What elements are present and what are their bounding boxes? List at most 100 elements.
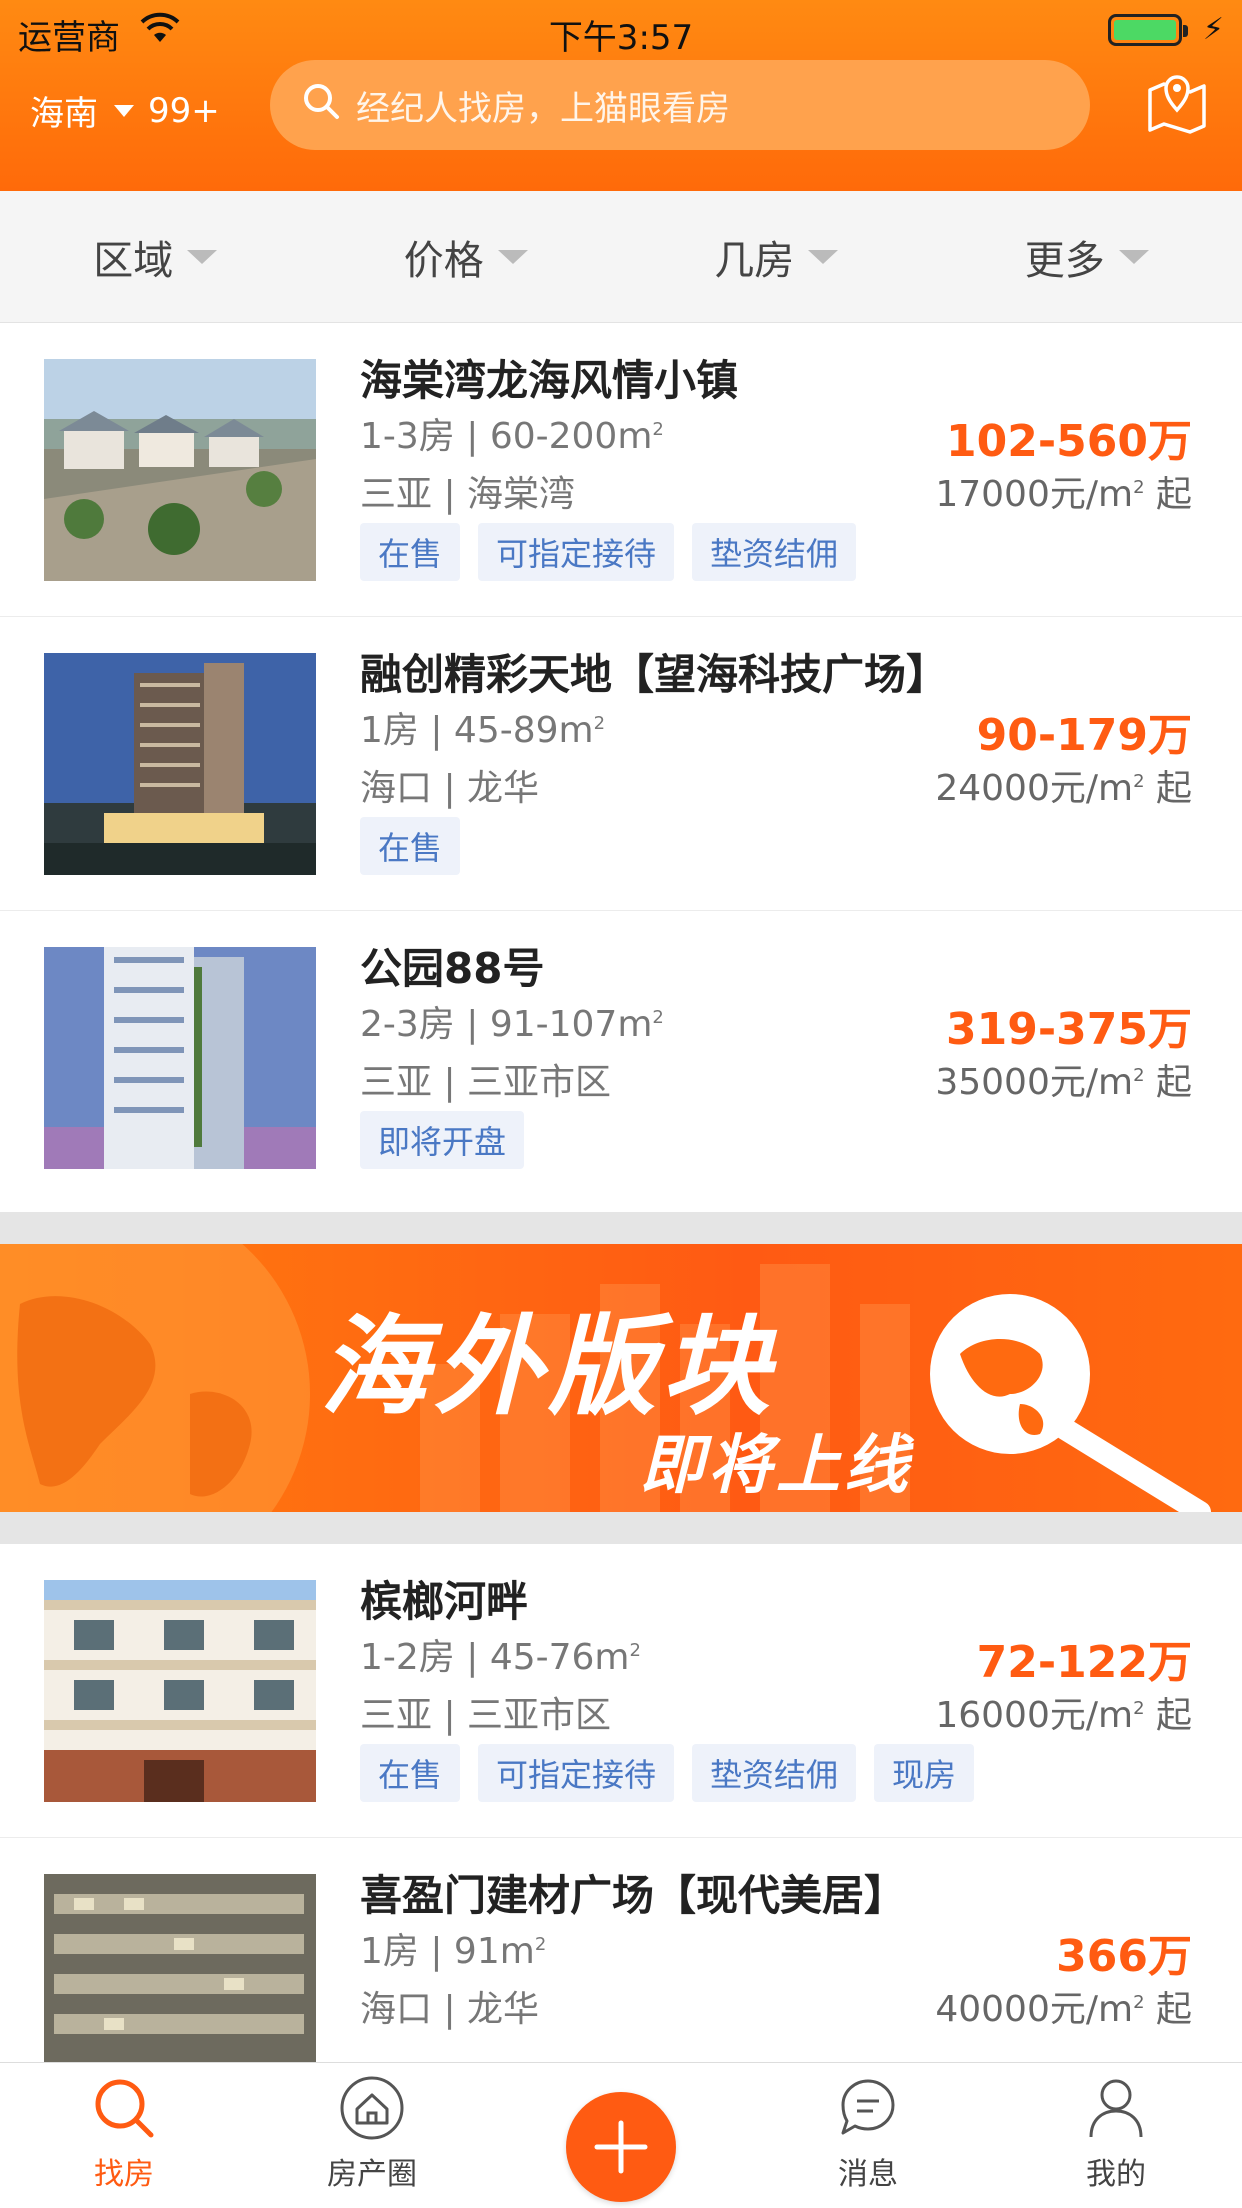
district: 海棠湾 [467, 474, 576, 515]
area: 91m [453, 1931, 535, 1972]
listing-title: 喜盈门建材广场【现代美居】 [360, 1871, 907, 1920]
unit-price-suffix: 起 [1155, 1695, 1192, 1736]
district: 龙华 [467, 768, 540, 809]
tag-list: 在售 可指定接待 垫资结佣 现房 [360, 1744, 975, 1802]
banner-subline: 即将上线 [640, 1429, 912, 1503]
tab-label: 我的 [1086, 2157, 1146, 2192]
rooms: 2-3房 [360, 1004, 455, 1045]
unit-price-value: 24000元/m [935, 768, 1134, 809]
property-photo [44, 947, 316, 1169]
listing-title: 融创精彩天地【望海科技广场】 [360, 650, 949, 699]
area: 60-200m [489, 416, 653, 457]
status-badge: 垫资结佣 [692, 1744, 857, 1802]
status-badge: 可指定接待 [478, 1744, 675, 1802]
city: 海口 [360, 768, 433, 809]
tab-find-home[interactable]: 找房 [44, 2073, 204, 2193]
status-badge: 在售 [360, 817, 461, 875]
property-photo [44, 653, 316, 875]
status-bar: 运营商 下午3:57 ⚡ [0, 0, 1242, 60]
search-icon [95, 2079, 154, 2138]
tab-label: 房产圈 [327, 2157, 417, 2192]
listing-title: 公园88号 [360, 944, 545, 993]
caret-down-icon [808, 249, 839, 264]
filter-price[interactable]: 价格 [311, 191, 622, 322]
search-input[interactable]: 经纪人找房，上猫眼看房 [270, 60, 1090, 150]
tab-profile[interactable]: 我的 [1036, 2073, 1196, 2193]
battery-icon [1108, 14, 1188, 46]
chevron-down-icon [114, 104, 134, 117]
total-price: 72-122万 [976, 1637, 1192, 1688]
city-label: 海南 [30, 94, 98, 134]
status-badge: 在售 [360, 523, 461, 581]
total-price: 90-179万 [976, 710, 1192, 761]
banner-headline: 海外版块 [320, 1305, 777, 1430]
property-photo [44, 359, 316, 581]
listing-item[interactable]: 海棠湾龙海风情小镇 1-3房 | 60-200m2 三亚 | 海棠湾 在售 可指… [0, 323, 1242, 617]
district: 龙华 [467, 1989, 540, 2030]
notification-count: 99+ [148, 90, 220, 131]
plus-icon [594, 2120, 648, 2174]
listing-location: 三亚 | 三亚市区 [360, 1062, 612, 1103]
city: 三亚 [360, 1062, 433, 1103]
rooms: 1房 [360, 1931, 419, 1972]
tab-label: 找房 [94, 2157, 154, 2192]
unit-price-suffix: 起 [1155, 474, 1192, 515]
listing-item[interactable]: 融创精彩天地【望海科技广场】 1房 | 45-89m2 海口 | 龙华 在售 9… [0, 617, 1242, 911]
add-button[interactable] [566, 2092, 676, 2202]
listing-title: 海棠湾龙海风情小镇 [360, 356, 739, 405]
filter-label: 价格 [403, 237, 484, 284]
city-selector[interactable]: 海南 99+ [30, 86, 220, 135]
listing-spec: 1房 | 45-89m2 [360, 710, 606, 751]
unit-price: 16000元/m2 起 [935, 1695, 1192, 1736]
total-price: 102-560万 [946, 416, 1192, 467]
unit-price-suffix: 起 [1155, 768, 1192, 809]
tab-property-circle[interactable]: 房产圈 [292, 2073, 452, 2193]
promo-banner-section: 海外版块 即将上线 [0, 1212, 1242, 1544]
listing-spec: 1-2房 | 45-76m2 [360, 1637, 641, 1678]
unit-price-value: 17000元/m [935, 474, 1134, 515]
tab-label: 消息 [838, 2157, 898, 2192]
tab-messages[interactable]: 消息 [788, 2073, 948, 2193]
filter-area[interactable]: 区域 [0, 191, 311, 322]
unit-price: 35000元/m2 起 [935, 1062, 1192, 1103]
unit-price-suffix: 起 [1155, 1989, 1192, 2030]
user-icon [1089, 2079, 1143, 2138]
unit-price-value: 40000元/m [935, 1989, 1134, 2030]
top-header: 运营商 下午3:57 ⚡ 海南 99+ 经纪人找房，上猫眼看房 [0, 0, 1242, 191]
unit-price-suffix: 起 [1155, 1062, 1192, 1103]
total-price: 366万 [1056, 1931, 1192, 1982]
city: 三亚 [360, 1695, 433, 1736]
district: 三亚市区 [467, 1062, 612, 1103]
listing-item[interactable]: 喜盈门建材广场【现代美居】 1房 | 91m2 海口 | 龙华 366万 400… [0, 1838, 1242, 2062]
listing-item[interactable]: 公园88号 2-3房 | 91-107m2 三亚 | 三亚市区 即将开盘 319… [0, 911, 1242, 1205]
chat-bubble-icon [841, 2079, 895, 2135]
tag-list: 在售 可指定接待 垫资结佣 [360, 523, 857, 581]
status-badge: 可指定接待 [478, 523, 675, 581]
listing-title: 槟榔河畔 [360, 1577, 529, 1626]
property-photo [44, 1580, 316, 1802]
caret-down-icon [187, 249, 218, 264]
listing-location: 三亚 | 海棠湾 [360, 474, 576, 515]
unit-price-value: 35000元/m [935, 1062, 1134, 1103]
overseas-promo-banner[interactable]: 海外版块 即将上线 [0, 1244, 1242, 1512]
rooms: 1-3房 [360, 416, 455, 457]
caret-down-icon [1118, 249, 1149, 264]
rooms: 1房 [360, 710, 419, 751]
total-price: 319-375万 [946, 1004, 1192, 1055]
listing-item[interactable]: 槟榔河畔 1-2房 | 45-76m2 三亚 | 三亚市区 在售 可指定接待 垫… [0, 1544, 1242, 1838]
listing-spec: 2-3房 | 91-107m2 [360, 1004, 664, 1045]
area: 91-107m [489, 1004, 653, 1045]
status-badge: 即将开盘 [360, 1111, 525, 1169]
city: 海口 [360, 1989, 433, 2030]
status-badge: 垫资结佣 [692, 523, 857, 581]
map-pin-icon[interactable] [1142, 66, 1212, 136]
listing-location: 海口 | 龙华 [360, 1989, 540, 2030]
area: 45-89m [453, 710, 594, 751]
filter-rooms[interactable]: 几房 [621, 191, 932, 322]
listing-location: 三亚 | 三亚市区 [360, 1695, 612, 1736]
area: 45-76m [489, 1637, 630, 1678]
unit-price: 17000元/m2 起 [935, 474, 1192, 515]
listing-location: 海口 | 龙华 [360, 768, 540, 809]
district: 三亚市区 [467, 1695, 612, 1736]
filter-more[interactable]: 更多 [932, 191, 1242, 322]
